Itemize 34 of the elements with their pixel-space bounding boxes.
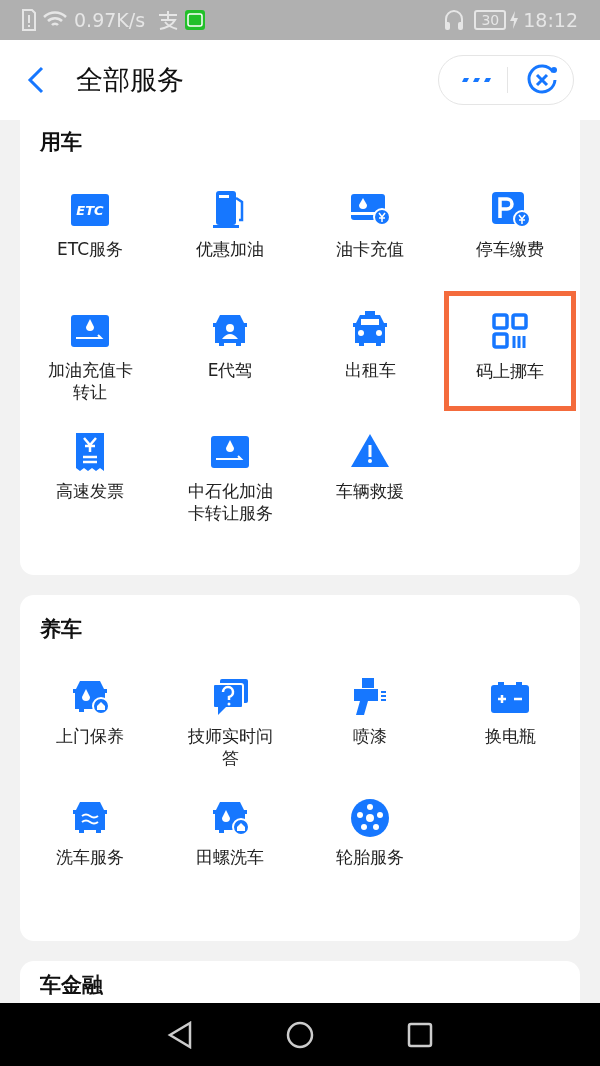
service-item[interactable]: 加油充值卡转让	[24, 309, 156, 403]
back-nav-icon[interactable]	[166, 1020, 193, 1049]
service-item[interactable]: 轮胎服务	[304, 796, 436, 868]
service-item[interactable]: E代驾	[164, 309, 296, 381]
service-item[interactable]: ETC ETC服务	[24, 188, 156, 260]
video-app-icon	[185, 10, 206, 30]
charging-icon	[509, 11, 520, 29]
back-icon[interactable]	[26, 66, 46, 94]
section-title: 养车	[40, 616, 82, 644]
recents-nav-icon[interactable]	[407, 1021, 434, 1048]
home-nav-icon[interactable]	[286, 1020, 314, 1049]
service-item[interactable]: 上门保养	[24, 675, 156, 747]
service-item[interactable]: 技师实时问答	[164, 675, 296, 769]
section-title: 用车	[40, 129, 82, 157]
more-icon[interactable]	[460, 76, 492, 84]
payment-app-icon	[157, 10, 180, 30]
headphones-icon	[444, 9, 465, 31]
service-item[interactable]: 换电瓶	[444, 675, 576, 747]
service-item[interactable]: 田螺洗车	[164, 796, 296, 868]
service-item[interactable]: 洗车服务	[24, 796, 156, 868]
page-title: 全部服务	[76, 62, 184, 97]
service-item[interactable]: 停车缴费	[444, 188, 576, 260]
service-icon	[348, 796, 392, 840]
service-item[interactable]: 优惠加油	[164, 188, 296, 260]
service-item[interactable]: 高速发票	[24, 430, 156, 502]
close-icon[interactable]	[525, 63, 559, 97]
service-item[interactable]: 车辆救援	[304, 430, 436, 502]
sim-alert-icon	[22, 9, 36, 31]
section-title: 车金融	[40, 972, 103, 1000]
service-item[interactable]: 中石化加油卡转让服务	[164, 430, 296, 524]
service-item[interactable]: 油卡充值	[304, 188, 436, 260]
service-item[interactable]: 码上挪车	[444, 291, 576, 411]
service-item[interactable]: 喷漆	[304, 675, 436, 747]
service-item[interactable]: 出租车	[304, 309, 436, 381]
